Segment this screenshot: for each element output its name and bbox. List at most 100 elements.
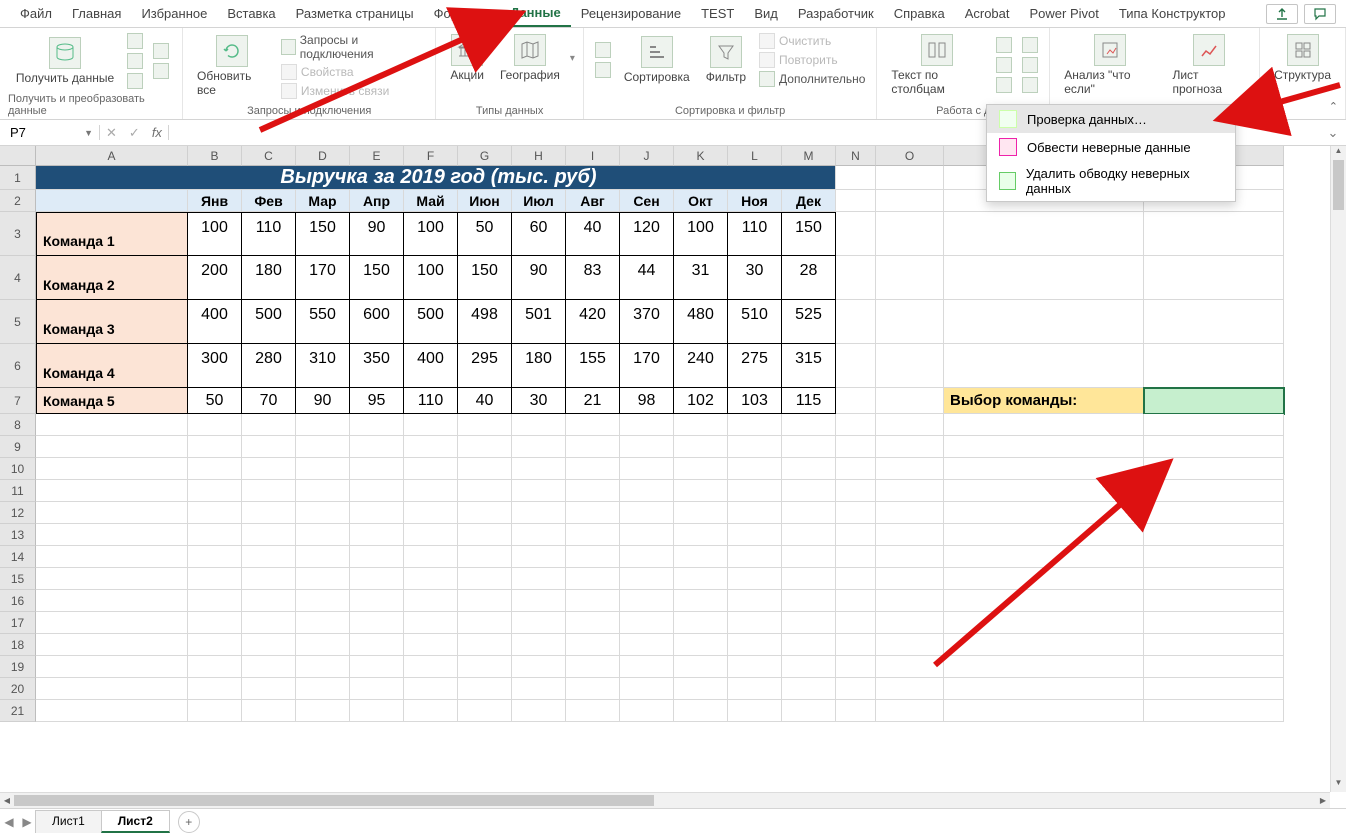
cell[interactable] (512, 458, 566, 480)
cell[interactable] (404, 502, 458, 524)
row-header[interactable]: 15 (0, 568, 36, 590)
cell[interactable] (620, 414, 674, 436)
cell[interactable] (36, 590, 188, 612)
cell[interactable] (1144, 436, 1284, 458)
cell[interactable] (188, 612, 242, 634)
data-cell[interactable]: 150 (458, 256, 512, 300)
cell[interactable] (1144, 524, 1284, 546)
cell[interactable] (876, 678, 944, 700)
cell[interactable] (458, 656, 512, 678)
cell[interactable] (944, 634, 1144, 656)
cell[interactable] (836, 414, 876, 436)
tab-справка[interactable]: Справка (884, 0, 955, 27)
cell[interactable] (350, 414, 404, 436)
cell[interactable] (36, 414, 188, 436)
cell[interactable] (782, 458, 836, 480)
reapply-button[interactable]: Повторить (756, 51, 868, 69)
column-header[interactable]: O (876, 146, 944, 166)
team-label[interactable]: Команда 5 (36, 388, 188, 414)
cell[interactable] (876, 436, 944, 458)
cell[interactable] (1144, 344, 1284, 388)
sort-desc-button[interactable] (592, 61, 614, 79)
tab-разметка страницы[interactable]: Разметка страницы (286, 0, 424, 27)
cell[interactable] (296, 656, 350, 678)
cell[interactable] (350, 656, 404, 678)
cell[interactable] (296, 546, 350, 568)
cell[interactable] (944, 256, 1144, 300)
tab-главная[interactable]: Главная (62, 0, 131, 27)
cell[interactable] (36, 480, 188, 502)
cell[interactable] (836, 458, 876, 480)
geography-button[interactable]: География (494, 32, 566, 84)
data-cell[interactable]: 370 (620, 300, 674, 344)
consolidate-button[interactable] (1019, 36, 1041, 54)
cell[interactable] (944, 568, 1144, 590)
row-header[interactable]: 12 (0, 502, 36, 524)
cell[interactable] (944, 212, 1144, 256)
cell[interactable] (620, 590, 674, 612)
cell[interactable] (836, 344, 876, 388)
data-cell[interactable]: 90 (296, 388, 350, 414)
cell[interactable] (728, 568, 782, 590)
cell[interactable] (350, 678, 404, 700)
cell[interactable] (36, 458, 188, 480)
cell[interactable] (782, 612, 836, 634)
stocks-button[interactable]: Акции (444, 32, 490, 84)
month-header[interactable]: Мар (296, 190, 350, 212)
cell[interactable] (944, 524, 1144, 546)
cell[interactable] (188, 524, 242, 546)
column-header[interactable]: E (350, 146, 404, 166)
menu-item-clear-circles[interactable]: Удалить обводку неверных данных (987, 161, 1235, 201)
cell[interactable] (782, 590, 836, 612)
cell[interactable] (296, 458, 350, 480)
cell[interactable] (674, 634, 728, 656)
data-cell[interactable]: 102 (674, 388, 728, 414)
cell[interactable] (242, 634, 296, 656)
name-box[interactable]: P7 ▼ (0, 125, 100, 140)
select-all-corner[interactable] (0, 146, 36, 166)
cell[interactable] (620, 700, 674, 722)
queries-pane-button[interactable]: Запросы и подключения (278, 32, 428, 62)
month-header[interactable]: Янв (188, 190, 242, 212)
cell[interactable] (458, 612, 512, 634)
cell[interactable] (836, 546, 876, 568)
cell[interactable] (876, 700, 944, 722)
cell[interactable] (836, 300, 876, 344)
cell[interactable] (728, 480, 782, 502)
cell[interactable] (876, 414, 944, 436)
cell[interactable] (944, 344, 1144, 388)
cell[interactable] (836, 502, 876, 524)
cell[interactable] (620, 678, 674, 700)
cell[interactable] (458, 634, 512, 656)
cell[interactable] (944, 678, 1144, 700)
cell[interactable] (620, 568, 674, 590)
sort-button[interactable]: Сортировка (618, 34, 696, 86)
column-header[interactable]: L (728, 146, 782, 166)
tab-acrobat[interactable]: Acrobat (955, 0, 1020, 27)
data-cell[interactable]: 525 (782, 300, 836, 344)
cells[interactable]: Выручка за 2019 год (тыс. руб)ЯнвФевМарА… (36, 166, 1284, 722)
data-cell[interactable]: 180 (242, 256, 296, 300)
tab-формулы[interactable]: Формулы (424, 0, 501, 27)
row-header[interactable]: 5 (0, 300, 36, 344)
whatif-button[interactable]: Анализ "что если" (1058, 32, 1162, 98)
cell[interactable] (1144, 256, 1284, 300)
row-header[interactable]: 7 (0, 388, 36, 414)
recent-sources-button[interactable] (150, 42, 172, 60)
data-cell[interactable]: 350 (350, 344, 404, 388)
cell[interactable] (404, 590, 458, 612)
cell[interactable] (728, 678, 782, 700)
cell[interactable] (1144, 612, 1284, 634)
month-header[interactable]: Окт (674, 190, 728, 212)
cell[interactable] (512, 656, 566, 678)
cell[interactable] (188, 480, 242, 502)
cell[interactable] (296, 568, 350, 590)
data-cell[interactable]: 70 (242, 388, 296, 414)
cell[interactable] (944, 480, 1144, 502)
cell[interactable] (728, 502, 782, 524)
structure-button[interactable]: Структура (1268, 32, 1337, 84)
data-cell[interactable]: 44 (620, 256, 674, 300)
cell[interactable] (876, 190, 944, 212)
manage-model-button[interactable] (1019, 76, 1041, 94)
cell[interactable] (620, 546, 674, 568)
